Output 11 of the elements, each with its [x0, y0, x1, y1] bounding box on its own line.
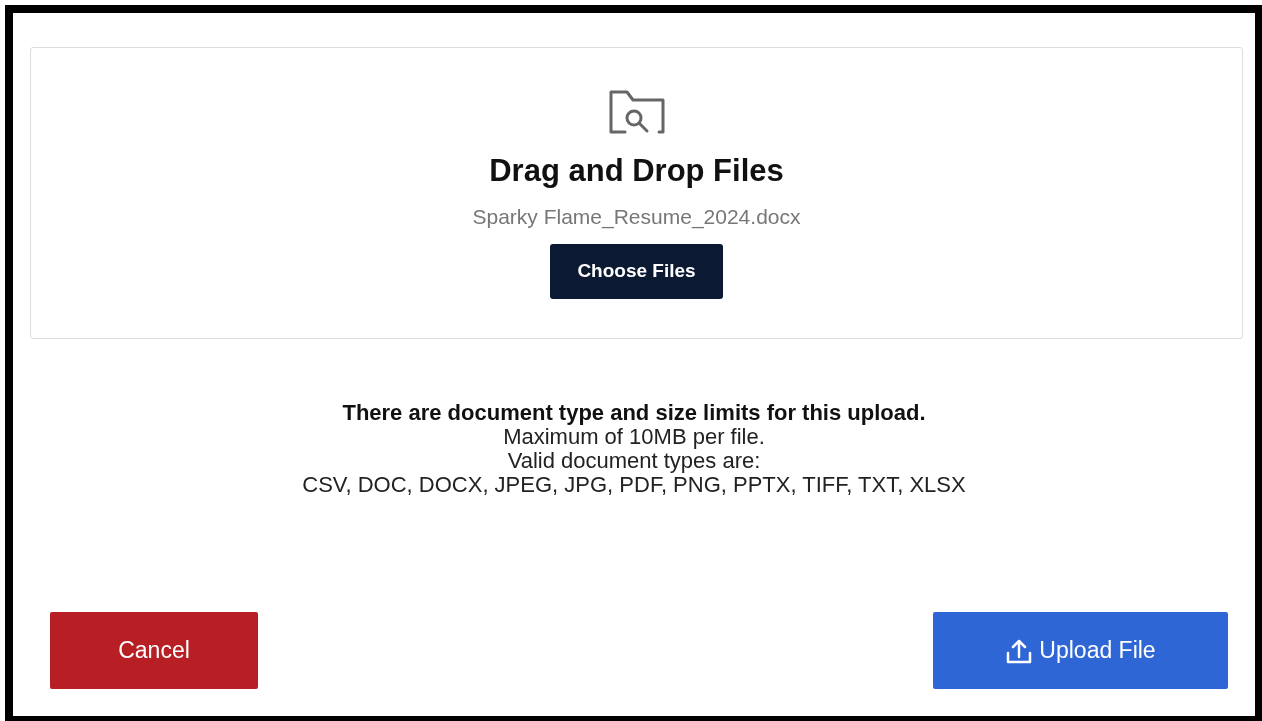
drop-zone[interactable]: Drag and Drop Files Sparky Flame_Resume_2024.docx Choose Files [30, 47, 1243, 339]
drop-zone-title: Drag and Drop Files [489, 152, 784, 190]
upload-icon [1005, 637, 1034, 664]
document-types-list: CSV, DOC, DOCX, JPEG, JPG, PDF, PNG, PPTX, TIFF, TXT, XLSX [302, 473, 966, 497]
limits-heading: There are document type and size limits for this upload. [342, 401, 926, 425]
upload-file-button[interactable]: Upload File [933, 612, 1228, 689]
size-limit-text: Maximum of 10MB per file. [503, 425, 765, 449]
cancel-button[interactable]: Cancel [50, 612, 258, 689]
file-name: Sparky Flame_Resume_2024.docx [472, 203, 801, 231]
types-label: Valid document types are: [507, 449, 761, 473]
choose-files-button[interactable]: Choose Files [550, 244, 723, 299]
